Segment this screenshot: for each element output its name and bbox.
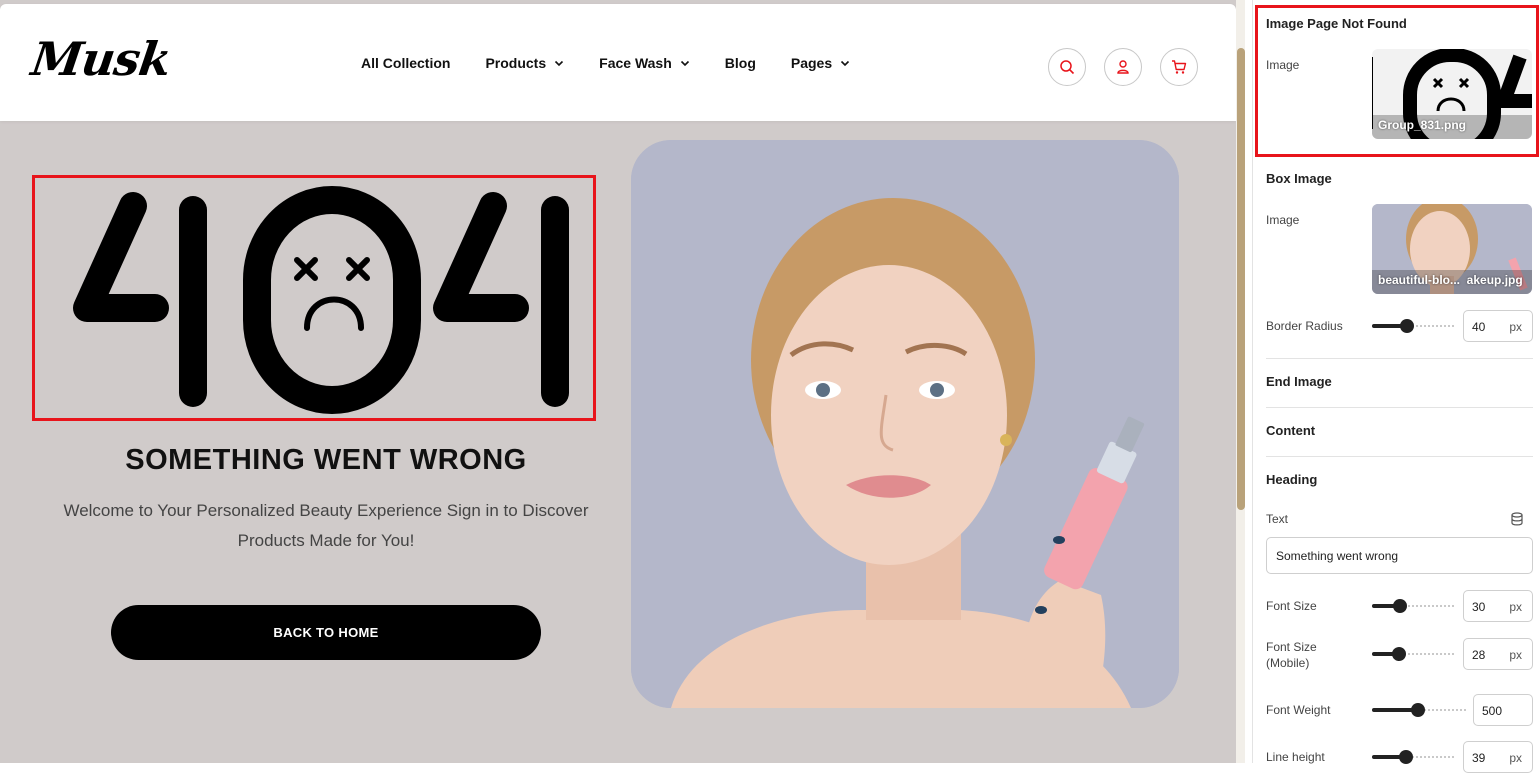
font-weight-label: Font Weight (1266, 703, 1331, 717)
site-logo[interactable]: Musk (28, 32, 174, 86)
section-box-image: Box Image (1266, 171, 1332, 186)
nav-products[interactable]: Products (485, 55, 564, 71)
field-unit: px (1509, 320, 1522, 334)
error-subtext: Welcome to Your Personalized Beauty Expe… (63, 501, 589, 550)
field-value: 30 (1472, 600, 1486, 614)
selection-highlight (1255, 5, 1539, 157)
font-size-mobile-input[interactable]: 28 px (1463, 638, 1533, 670)
cart-icon (1172, 60, 1187, 74)
account-button[interactable] (1104, 48, 1142, 86)
slider-knob[interactable] (1393, 599, 1407, 613)
chevron-down-icon (680, 60, 689, 67)
404-graphic (73, 186, 569, 414)
font-size-mobile-label: Font Size (Mobile) (1266, 640, 1317, 670)
border-radius-label: Border Radius (1266, 319, 1343, 333)
divider (1266, 358, 1533, 359)
line-height-slider[interactable] (1372, 750, 1456, 764)
error-heading: SOMETHING WENT WRONG (125, 444, 527, 476)
404-image[interactable] (32, 175, 596, 421)
main-nav: All Collection Products Face Wash Blog P… (361, 55, 885, 71)
chevron-down-icon (841, 60, 850, 67)
section-heading: Heading (1266, 472, 1318, 487)
section-end-image[interactable]: End Image (1266, 374, 1332, 389)
search-icon (1060, 60, 1075, 75)
database-icon[interactable] (1510, 512, 1524, 526)
nav-label: Blog (724, 55, 756, 71)
slider-knob[interactable] (1392, 647, 1406, 661)
header-actions (1048, 48, 1198, 86)
line-height-input[interactable]: 39 px (1463, 741, 1533, 773)
image-filename: beautiful-blo... akeup.jpg (1378, 273, 1523, 287)
field-value: 28 (1472, 648, 1486, 662)
slider-knob[interactable] (1399, 750, 1413, 764)
font-size-input[interactable]: 30 px (1463, 590, 1533, 622)
border-radius-slider[interactable] (1372, 319, 1456, 333)
font-size-slider[interactable] (1372, 599, 1456, 613)
divider (1266, 456, 1533, 457)
nav-face-wash[interactable]: Face Wash (599, 55, 690, 71)
divider (1266, 407, 1533, 408)
search-button[interactable] (1048, 48, 1086, 86)
nav-blog[interactable]: Blog (725, 55, 756, 71)
line-height-label: Line height (1266, 750, 1325, 764)
back-to-home-button[interactable]: BACK TO HOME (111, 605, 541, 660)
font-weight-slider[interactable] (1372, 703, 1466, 717)
store-preview: Musk All Collection Products Face Wash B… (0, 0, 1236, 763)
box-image[interactable] (631, 140, 1179, 708)
field-value: 500 (1482, 704, 1503, 718)
heading-text-input[interactable]: Something went wrong (1266, 537, 1533, 574)
chevron-down-icon (555, 60, 564, 67)
font-size-mobile-slider[interactable] (1372, 647, 1456, 661)
image-label: Image (1266, 213, 1300, 227)
font-size-label: Font Size (1266, 599, 1317, 613)
site-header: Musk All Collection Products Face Wash B… (0, 4, 1236, 121)
border-radius-input[interactable]: 40 px (1463, 310, 1533, 342)
field-value: 40 (1472, 320, 1486, 334)
text-label: Text (1266, 512, 1289, 526)
field-unit: px (1509, 600, 1522, 614)
nav-label: All Collection (361, 55, 451, 71)
cart-button[interactable] (1160, 48, 1198, 86)
slider-knob[interactable] (1411, 703, 1425, 717)
box-image-thumbnail[interactable]: beautiful-blo... akeup.jpg (1372, 204, 1532, 294)
user-icon (1117, 60, 1129, 74)
nav-label: Pages (790, 55, 833, 71)
model-photo (631, 140, 1179, 708)
filename-part: akeup.jpg (1466, 273, 1523, 287)
section-content[interactable]: Content (1266, 423, 1315, 438)
font-weight-input[interactable]: 500 (1473, 694, 1533, 726)
slider-knob[interactable] (1400, 319, 1414, 333)
nav-pages[interactable]: Pages (791, 55, 850, 71)
preview-scrollbar-thumb[interactable] (1237, 48, 1245, 510)
nav-label: Products (485, 55, 547, 71)
field-unit: px (1509, 648, 1522, 662)
nav-all-collection[interactable]: All Collection (361, 55, 450, 71)
filename-part: beautiful-blo... (1378, 273, 1460, 287)
nav-label: Face Wash (599, 55, 672, 71)
